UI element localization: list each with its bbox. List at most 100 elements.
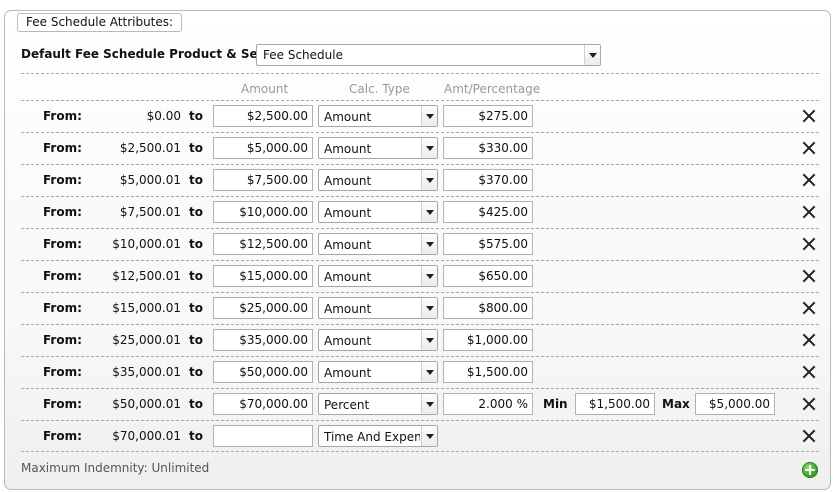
amount-percentage-input[interactable] <box>443 169 533 191</box>
fee-row: From: $70,000.01 to Time And Expense <box>21 420 819 452</box>
from-value: $10,000.01 <box>112 237 181 251</box>
fee-rows: From: $0.00 to Amount From: $2,500.01 to… <box>21 100 819 452</box>
close-icon[interactable] <box>801 108 817 124</box>
chevron-down-icon[interactable] <box>584 45 600 65</box>
chevron-down-icon[interactable] <box>421 266 437 286</box>
calc-type-select[interactable]: Amount <box>318 169 438 191</box>
to-amount-input[interactable] <box>213 169 313 191</box>
from-label: From: <box>43 429 82 443</box>
calc-type-select[interactable]: Amount <box>318 265 438 287</box>
to-label: to <box>189 141 203 155</box>
max-amount-input[interactable] <box>695 393 775 415</box>
to-amount-input[interactable] <box>213 137 313 159</box>
from-label: From: <box>43 205 82 219</box>
calc-type-select[interactable]: Percent <box>318 393 438 415</box>
from-label: From: <box>43 301 82 315</box>
from-value: $2,500.01 <box>119 141 181 155</box>
fee-row: From: $5,000.01 to Amount <box>21 164 819 196</box>
chevron-down-icon[interactable] <box>421 202 437 222</box>
to-label: to <box>189 205 203 219</box>
default-product-label: Default Fee Schedule Product & Service: <box>21 47 296 61</box>
calc-type-select[interactable]: Amount <box>318 233 438 255</box>
close-icon[interactable] <box>801 396 817 412</box>
max-label: Max <box>662 397 690 411</box>
to-amount-input[interactable] <box>213 425 313 447</box>
to-amount-input[interactable] <box>213 297 313 319</box>
close-icon[interactable] <box>801 172 817 188</box>
amount-percentage-input[interactable] <box>443 233 533 255</box>
to-amount-input[interactable] <box>213 105 313 127</box>
min-amount-input[interactable] <box>575 393 655 415</box>
calc-type-select[interactable]: Amount <box>318 361 438 383</box>
calc-type-select[interactable]: Time And Expense <box>318 425 438 447</box>
fee-row: From: $10,000.01 to Amount <box>21 228 819 260</box>
chevron-down-icon[interactable] <box>421 426 437 446</box>
calc-type-value: Amount <box>324 270 372 284</box>
close-icon[interactable] <box>801 236 817 252</box>
amount-percentage-input[interactable] <box>443 297 533 319</box>
to-label: to <box>189 237 203 251</box>
calc-type-select[interactable]: Amount <box>318 329 438 351</box>
from-label: From: <box>43 397 82 411</box>
to-amount-input[interactable] <box>213 265 313 287</box>
top-divider <box>21 73 819 74</box>
amount-column-header: Amount <box>241 82 289 96</box>
chevron-down-icon[interactable] <box>421 394 437 414</box>
default-product-row: Default Fee Schedule Product & Service: … <box>21 44 601 66</box>
chevron-down-icon[interactable] <box>421 330 437 350</box>
amount-percentage-input[interactable] <box>443 137 533 159</box>
calc-type-select[interactable]: Amount <box>318 201 438 223</box>
amount-percentage-column-header: Amt/Percentage <box>444 82 541 96</box>
calc-type-select[interactable]: Amount <box>318 105 438 127</box>
calc-type-value: Amount <box>324 206 372 220</box>
to-label: to <box>189 109 203 123</box>
calc-type-select[interactable]: Amount <box>318 137 438 159</box>
to-amount-input[interactable] <box>213 361 313 383</box>
plus-circle-icon[interactable] <box>802 462 818 478</box>
to-amount-input[interactable] <box>213 329 313 351</box>
to-amount-input[interactable] <box>213 393 313 415</box>
amount-percentage-input[interactable] <box>443 393 533 415</box>
amount-percentage-input[interactable] <box>443 201 533 223</box>
close-icon[interactable] <box>801 268 817 284</box>
chevron-down-icon[interactable] <box>421 170 437 190</box>
fee-row: From: $50,000.01 to Percent Min Max <box>21 388 819 420</box>
amount-percentage-input[interactable] <box>443 265 533 287</box>
calc-type-select[interactable]: Amount <box>318 297 438 319</box>
to-amount-input[interactable] <box>213 201 313 223</box>
from-value: $35,000.01 <box>112 365 181 379</box>
chevron-down-icon[interactable] <box>421 298 437 318</box>
close-icon[interactable] <box>801 140 817 156</box>
close-icon[interactable] <box>801 364 817 380</box>
from-label: From: <box>43 365 82 379</box>
chevron-down-icon[interactable] <box>421 138 437 158</box>
close-icon[interactable] <box>801 332 817 348</box>
chevron-down-icon[interactable] <box>421 106 437 126</box>
close-icon[interactable] <box>801 300 817 316</box>
fee-row: From: $0.00 to Amount <box>21 100 819 132</box>
chevron-down-icon[interactable] <box>421 362 437 382</box>
amount-percentage-input[interactable] <box>443 105 533 127</box>
chevron-down-icon[interactable] <box>421 234 437 254</box>
fee-row: From: $35,000.01 to Amount <box>21 356 819 388</box>
to-label: to <box>189 301 203 315</box>
close-icon[interactable] <box>801 428 817 444</box>
from-value: $7,500.01 <box>119 205 181 219</box>
from-value: $5,000.01 <box>119 173 181 187</box>
to-label: to <box>189 173 203 187</box>
to-label: to <box>189 365 203 379</box>
calc-type-value: Amount <box>324 142 372 156</box>
calc-type-value: Amount <box>324 366 372 380</box>
amount-percentage-input[interactable] <box>443 329 533 351</box>
to-label: to <box>189 333 203 347</box>
default-product-select[interactable]: Fee Schedule <box>256 44 601 66</box>
calc-type-column-header: Calc. Type <box>349 82 410 96</box>
to-amount-input[interactable] <box>213 233 313 255</box>
amount-percentage-input[interactable] <box>443 361 533 383</box>
calc-type-value: Amount <box>324 334 372 348</box>
calc-type-value: Percent <box>324 398 370 412</box>
from-value: $15,000.01 <box>112 301 181 315</box>
close-icon[interactable] <box>801 204 817 220</box>
calc-type-value: Amount <box>324 302 372 316</box>
fee-row: From: $25,000.01 to Amount <box>21 324 819 356</box>
